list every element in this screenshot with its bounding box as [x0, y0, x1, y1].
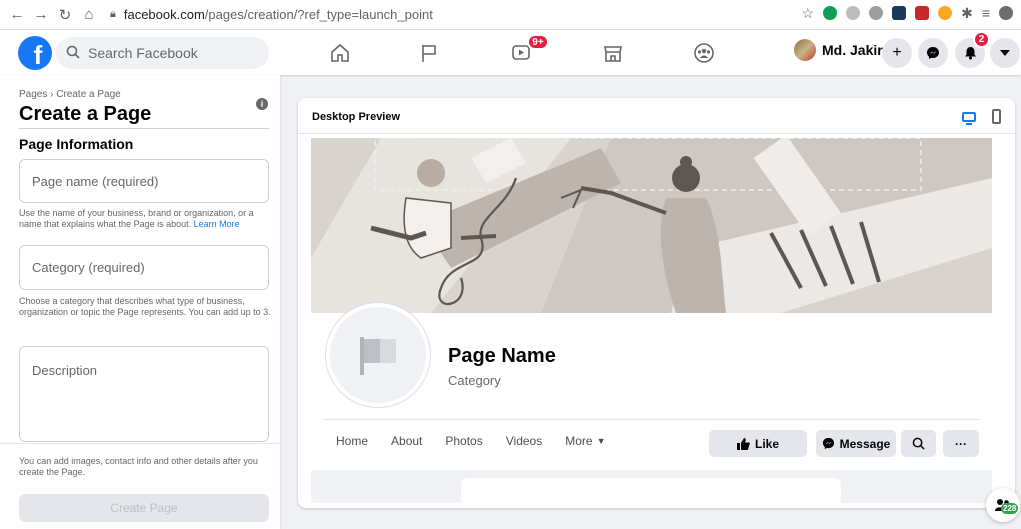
extension-icon-2[interactable]: [846, 6, 861, 20]
search-placeholder: Search Facebook: [88, 45, 198, 61]
reading-list-icon[interactable]: ≡: [982, 6, 990, 20]
footer-text: You can add images, contact info and oth…: [19, 456, 258, 477]
preview-heading: Desktop Preview: [312, 111, 401, 123]
logo-letter: f: [33, 40, 43, 70]
facebook-logo-icon[interactable]: f: [18, 36, 52, 70]
more-options-button[interactable]: ···: [943, 430, 979, 457]
cover-illustration: [311, 138, 992, 313]
page-name-placeholder: Page name (required): [32, 173, 159, 189]
desktop-view-icon[interactable]: [962, 112, 976, 125]
pages-flag-icon[interactable]: [414, 38, 444, 68]
extension-icon-5[interactable]: [915, 6, 930, 20]
page-tabs: Home About Photos Videos More ▼: [336, 434, 628, 448]
puzzle-icon[interactable]: ✱: [961, 6, 973, 20]
preview-page-name: Page Name: [448, 345, 556, 367]
post-composer-placeholder: [461, 478, 841, 503]
search-icon: [912, 437, 925, 450]
desktop-preview-card: Desktop Preview Page Name Category Home …: [298, 98, 1015, 508]
profile-avatar-icon[interactable]: [999, 6, 1013, 20]
video-badge: 9+: [527, 34, 549, 50]
back-icon[interactable]: ←: [6, 4, 28, 26]
message-label: Message: [839, 436, 891, 451]
create-plus-button[interactable]: +: [882, 38, 912, 68]
online-count-badge: 228: [1001, 503, 1019, 514]
like-label: Like: [754, 436, 779, 451]
mobile-view-icon[interactable]: [992, 109, 1001, 124]
page-name-help: Use the name of your business, brand or …: [19, 208, 271, 230]
tab-photos[interactable]: Photos: [445, 434, 482, 448]
notifications-badge: 2: [973, 31, 990, 48]
tab-about[interactable]: About: [391, 434, 422, 448]
form-footer: You can add images, contact info and oth…: [0, 443, 280, 529]
extension-icon-6[interactable]: [938, 6, 953, 20]
marketplace-icon[interactable]: [598, 38, 628, 68]
url-path: /pages/creation/?ref_type=launch_point: [204, 7, 433, 22]
forward-icon[interactable]: →: [30, 4, 52, 26]
bookmark-star-icon[interactable]: ☆: [802, 6, 815, 20]
description-placeholder: Description: [32, 363, 98, 378]
breadcrumb: Pages › Create a Page: [19, 89, 121, 100]
like-button[interactable]: Like: [709, 430, 807, 457]
category-placeholder: Category (required): [32, 260, 145, 275]
page-title: Create a Page: [19, 103, 152, 125]
account-menu-chevron-down-icon[interactable]: [990, 38, 1020, 68]
lock-icon: 🔒︎: [110, 8, 116, 20]
page-name-field[interactable]: Page name (required): [19, 159, 269, 203]
extensions-bar: ☆ ✱ ≡: [802, 6, 1013, 20]
preview-category: Category: [448, 373, 501, 388]
extension-icon-4[interactable]: [892, 6, 907, 20]
profile-chip[interactable]: Md. Jakir: [794, 39, 883, 61]
home-nav-icon[interactable]: [325, 38, 355, 68]
learn-more-link[interactable]: Learn More: [194, 219, 240, 229]
category-field[interactable]: Category (required): [19, 245, 269, 290]
extension-icon-grammarly[interactable]: [823, 6, 838, 20]
description-field[interactable]: Description: [19, 346, 269, 442]
groups-icon[interactable]: [689, 38, 719, 68]
extension-icon-3[interactable]: [869, 6, 884, 20]
section-heading: Page Information: [19, 136, 134, 152]
address-bar[interactable]: 🔒︎ facebook.com/pages/creation/?ref_type…: [110, 7, 433, 22]
tab-more-label: More: [565, 434, 593, 448]
flag-icon: [360, 337, 396, 375]
avatar: [794, 39, 816, 61]
search-page-button[interactable]: [901, 430, 936, 457]
create-page-button[interactable]: Create Page: [19, 494, 269, 522]
category-help: Choose a category that describes what ty…: [19, 296, 271, 317]
divider: [298, 133, 1015, 134]
search-icon: [66, 45, 80, 62]
profile-picture-placeholder: [326, 303, 430, 407]
ellipsis-icon: ···: [955, 436, 967, 451]
search-input[interactable]: Search Facebook: [56, 37, 269, 69]
browser-toolbar: ← → ↻ ⌂ 🔒︎ facebook.com/pages/creation/?…: [0, 0, 1021, 30]
reload-icon[interactable]: ↻: [54, 4, 76, 26]
messenger-icon[interactable]: [918, 38, 948, 68]
caret-down-icon: ▼: [596, 436, 606, 446]
tab-home[interactable]: Home: [336, 434, 368, 448]
thumbs-up-icon: [736, 437, 750, 450]
create-page-panel: Pages › Create a Page Create a Page i Pa…: [0, 75, 280, 529]
tab-more[interactable]: More ▼: [565, 434, 605, 448]
message-button[interactable]: Message: [816, 430, 896, 457]
home-icon[interactable]: ⌂: [78, 4, 100, 26]
page-preview: Page Name Category Home About Photos Vid…: [311, 138, 992, 503]
tab-videos[interactable]: Videos: [506, 434, 542, 448]
divider: [323, 419, 980, 420]
divider: [19, 128, 269, 129]
messenger-icon: [822, 437, 834, 450]
user-name: Md. Jakir: [822, 42, 883, 58]
facebook-topbar: f Search Facebook 9+ Md. Jakir + 2: [0, 30, 1021, 75]
url-host: facebook.com: [123, 7, 205, 22]
info-icon[interactable]: i: [256, 98, 268, 110]
